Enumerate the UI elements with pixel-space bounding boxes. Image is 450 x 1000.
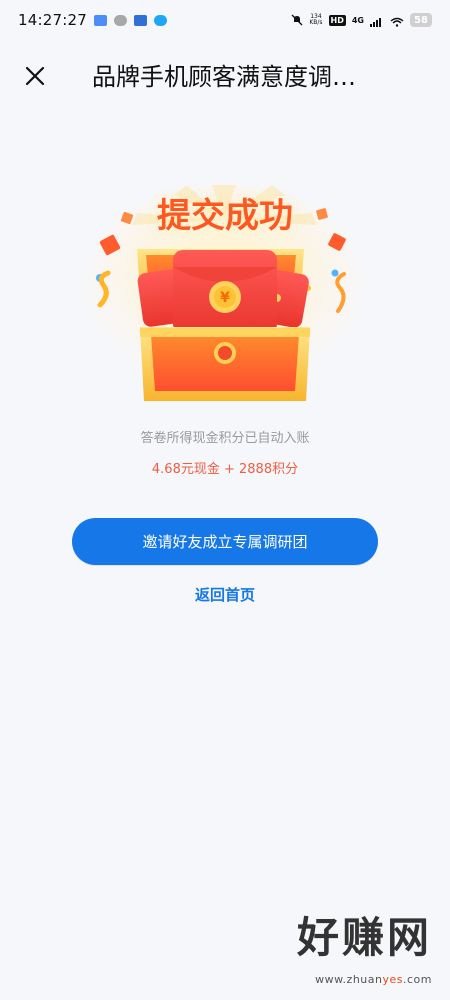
nav-bar: 品牌手机顾客满意度调… [0,55,450,99]
network-speed-unit: KB/s [309,19,323,26]
reward-info-text: 答卷所得现金积分已自动入账 [140,431,310,446]
watermark-url-accent: yes [382,973,403,986]
back-home-link[interactable]: 返回首页 [0,584,450,605]
qq-icon [153,14,167,26]
hd-badge: HD [328,14,346,26]
wechat-icon [113,14,127,26]
site-watermark: 好赚网 www.zhuanyes.com [247,913,432,987]
status-bar: 14:27:27 134 KB/s HD 4G 58 [0,0,450,40]
watermark-url-suffix: .com [403,973,432,986]
watermark-url: www.zhuanyes.com [315,973,432,986]
mute-icon [291,14,303,26]
invite-friends-button[interactable]: 邀请好友成立专属调研团 [72,518,378,565]
notification-app-icon [93,14,107,26]
page-title: 品牌手机顾客满意度调… [92,63,356,91]
watermark-url-prefix: www.zhuan [315,973,383,986]
message-app-icon [133,14,147,26]
network-type: 4G [351,15,364,25]
watermark-logo-text: 好赚网 [296,913,432,962]
signal-icon [370,15,384,27]
close-icon [24,65,46,87]
status-left-group: 14:27:27 [18,11,167,29]
invite-friends-button-label: 邀请好友成立专属调研团 [142,533,308,551]
network-speed: 134 KB/s [309,14,322,26]
success-title: 提交成功 [157,196,293,236]
wifi-icon [390,15,404,27]
status-right-group: 134 KB/s HD 4G 58 [291,13,432,27]
reward-amount-text: 4.68元现金 + 2888积分 [151,462,299,477]
close-button[interactable] [20,61,50,91]
svg-text:¥: ¥ [220,290,230,306]
battery-indicator: 58 [410,13,432,27]
status-time: 14:27:27 [18,11,87,29]
